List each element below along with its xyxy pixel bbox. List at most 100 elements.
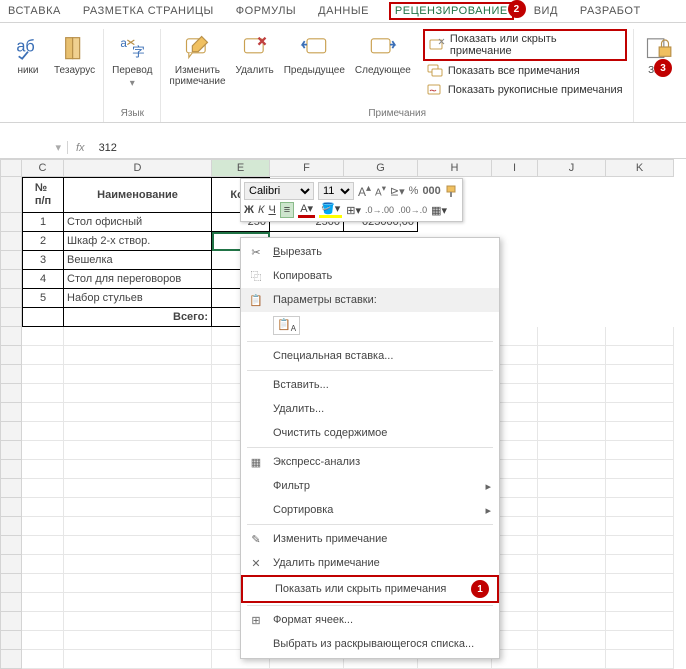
next-comment-button[interactable]: Следующее [353, 29, 413, 78]
cell[interactable] [538, 498, 606, 517]
cell[interactable] [606, 612, 674, 631]
increase-decimal-icon[interactable]: .0→.00 [365, 205, 394, 215]
cell[interactable] [64, 479, 212, 498]
cell[interactable] [64, 574, 212, 593]
cell[interactable] [22, 536, 64, 555]
cell[interactable] [22, 593, 64, 612]
accounting-format-icon[interactable]: ⊵▾ [390, 185, 405, 198]
ctx-show-hide-comment[interactable]: Показать или скрыть примечания1 [241, 575, 499, 603]
cell[interactable] [538, 536, 606, 555]
cell[interactable] [538, 631, 606, 650]
cell[interactable] [538, 479, 606, 498]
cell[interactable] [64, 384, 212, 403]
row-header[interactable] [0, 650, 22, 669]
row-header[interactable] [0, 441, 22, 460]
font-color-icon[interactable]: А▾ [298, 202, 315, 218]
row-header[interactable] [0, 365, 22, 384]
column-header-J[interactable]: J [538, 159, 606, 177]
cell[interactable]: № п/п [22, 177, 64, 213]
cell[interactable]: 5 [22, 289, 64, 308]
column-header-C[interactable]: C [22, 159, 64, 177]
cell[interactable] [606, 555, 674, 574]
cell[interactable] [64, 422, 212, 441]
cell[interactable] [606, 403, 674, 422]
cell[interactable] [606, 517, 674, 536]
row-header[interactable] [0, 479, 22, 498]
row-header[interactable] [0, 422, 22, 441]
cell[interactable] [22, 517, 64, 536]
cell[interactable] [606, 327, 674, 346]
row-header[interactable] [0, 498, 22, 517]
font-select[interactable]: Calibri [244, 182, 314, 200]
column-header-H[interactable]: H [418, 159, 492, 177]
row-header[interactable] [0, 384, 22, 403]
font-size-select[interactable]: 11 [318, 182, 354, 200]
show-all-comments-button[interactable]: Показать все примечания [423, 62, 627, 80]
column-header-F[interactable]: F [270, 159, 344, 177]
row-header[interactable] [0, 346, 22, 365]
cell[interactable] [22, 441, 64, 460]
ctx-insert[interactable]: Вставить... [241, 373, 499, 397]
cell[interactable]: Всего: [64, 308, 212, 327]
cell[interactable] [22, 346, 64, 365]
row-header[interactable] [0, 612, 22, 631]
paste-values-icon[interactable]: 📋A [273, 316, 300, 335]
cell[interactable] [606, 593, 674, 612]
spellcheck-button[interactable]: аб ники [10, 29, 46, 78]
cell[interactable]: 2 [22, 232, 64, 251]
cell[interactable] [22, 327, 64, 346]
cell[interactable] [64, 403, 212, 422]
cell[interactable] [22, 631, 64, 650]
cell[interactable] [606, 346, 674, 365]
cell[interactable] [64, 612, 212, 631]
cell[interactable]: Стол офисный [64, 213, 212, 232]
row-header[interactable] [0, 213, 22, 232]
cell[interactable] [606, 479, 674, 498]
cell[interactable] [64, 460, 212, 479]
cell[interactable]: Наименование [64, 177, 212, 213]
cell[interactable] [22, 403, 64, 422]
cell[interactable]: Шкаф 2-х створ. [64, 232, 212, 251]
fx-icon[interactable]: fx [68, 142, 93, 154]
cell[interactable] [606, 422, 674, 441]
cell[interactable] [64, 327, 212, 346]
row-header[interactable] [0, 631, 22, 650]
percent-icon[interactable]: % [409, 185, 419, 197]
cell[interactable] [538, 327, 606, 346]
column-header-I[interactable]: I [492, 159, 538, 177]
cell[interactable] [538, 403, 606, 422]
cell[interactable] [538, 612, 606, 631]
cell[interactable] [538, 517, 606, 536]
prev-comment-button[interactable]: Предыдущее [282, 29, 347, 78]
cell[interactable]: 4 [22, 270, 64, 289]
cell[interactable] [538, 460, 606, 479]
edit-comment-button[interactable]: Изменить примечание [167, 29, 227, 89]
ctx-edit-comment[interactable]: ✎Изменить примечание [241, 527, 499, 551]
cell[interactable] [538, 365, 606, 384]
tab-page-layout[interactable]: РАЗМЕТКА СТРАНИЦЫ [81, 2, 216, 20]
row-header[interactable] [0, 536, 22, 555]
cell[interactable] [538, 650, 606, 669]
align-center-icon[interactable]: ≡ [280, 202, 294, 218]
merge-icon[interactable]: ▦▾ [431, 204, 447, 217]
column-header-G[interactable]: G [344, 159, 418, 177]
thesaurus-button[interactable]: Тезаурус [52, 29, 97, 78]
ctx-copy[interactable]: ⿻Копировать [241, 264, 499, 288]
row-header[interactable] [0, 460, 22, 479]
cell[interactable] [606, 631, 674, 650]
cell[interactable] [64, 650, 212, 669]
cell[interactable] [22, 365, 64, 384]
cell[interactable] [538, 346, 606, 365]
italic-button[interactable]: К [258, 204, 264, 216]
decrease-font-icon[interactable]: A▾ [375, 183, 386, 198]
cell[interactable] [606, 365, 674, 384]
cell[interactable] [538, 555, 606, 574]
fill-color-icon[interactable]: 🪣▾ [319, 202, 342, 218]
name-box[interactable]: ▾ [0, 141, 68, 154]
cell[interactable] [606, 574, 674, 593]
cell[interactable] [538, 441, 606, 460]
column-header-E[interactable]: E [212, 159, 270, 177]
cell[interactable] [606, 460, 674, 479]
tab-review[interactable]: РЕЦЕНЗИРОВАНИЕ 2 [389, 2, 514, 20]
comma-icon[interactable]: 000 [422, 185, 440, 197]
